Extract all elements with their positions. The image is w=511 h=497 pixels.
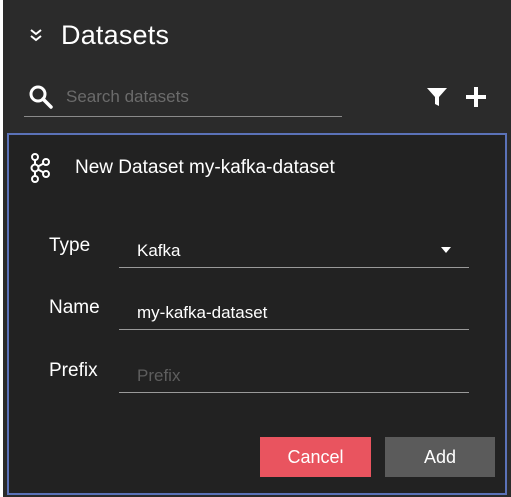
panel-title: Datasets	[61, 19, 170, 50]
type-value: Kafka	[137, 241, 181, 260]
panel-header: Datasets	[25, 14, 169, 56]
name-value: my-kafka-dataset	[137, 303, 268, 322]
search-icon	[29, 85, 53, 109]
datasets-panel: Datasets Search datasets New Dataset my-…	[3, 0, 511, 497]
name-input[interactable]: my-kafka-dataset	[119, 293, 469, 330]
kafka-icon	[30, 153, 50, 183]
search-input[interactable]	[66, 87, 316, 107]
search-field[interactable]	[24, 78, 342, 117]
add-button[interactable]: Add	[385, 437, 495, 477]
add-icon[interactable]	[464, 85, 488, 109]
name-label: Name	[49, 297, 100, 318]
filter-icon[interactable]	[426, 86, 448, 108]
prefix-label: Prefix	[49, 360, 98, 381]
cancel-button[interactable]: Cancel	[260, 437, 371, 477]
card-header: New Dataset my-kafka-dataset	[27, 151, 335, 185]
type-select[interactable]: Kafka	[119, 231, 469, 268]
card-title: New Dataset my-kafka-dataset	[75, 157, 335, 178]
prefix-placeholder: Prefix	[137, 366, 181, 385]
double-chevron-down-icon[interactable]	[25, 23, 47, 47]
dropdown-arrow-icon	[441, 247, 451, 253]
search-toolbar	[24, 78, 492, 120]
new-dataset-card: New Dataset my-kafka-dataset Type Kafka …	[7, 133, 507, 495]
prefix-input[interactable]: Prefix	[119, 356, 469, 393]
type-label: Type	[49, 235, 91, 256]
